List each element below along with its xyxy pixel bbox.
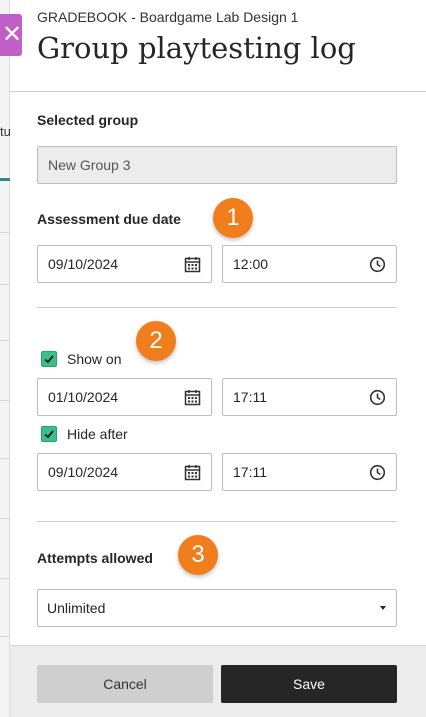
background-divider <box>0 458 10 459</box>
selected-group-value: New Group 3 <box>48 157 131 173</box>
chevron-down-icon <box>380 606 386 610</box>
show-on-time-input[interactable]: 17:11 <box>222 378 397 416</box>
clock-icon[interactable] <box>369 256 386 273</box>
close-button[interactable]: ✕ <box>0 14 22 56</box>
due-date-label: Assessment due date <box>37 211 181 227</box>
background-accent-line <box>0 178 10 181</box>
show-on-time-value: 17:11 <box>233 389 267 405</box>
background-divider <box>0 284 10 285</box>
hide-after-checkbox[interactable] <box>41 426 57 442</box>
due-date-input[interactable]: 09/10/2024 <box>37 245 212 283</box>
hide-after-time-input[interactable]: 17:11 <box>222 453 397 491</box>
hide-after-date-value: 09/10/2024 <box>48 464 119 480</box>
page-title: Group playtesting log <box>37 31 356 65</box>
attempts-select[interactable]: Unlimited <box>37 589 397 627</box>
show-on-checkbox-row[interactable]: Show on <box>41 350 121 368</box>
due-time-value: 12:00 <box>233 256 269 272</box>
background-divider <box>0 340 10 341</box>
hide-after-checkbox-row[interactable]: Hide after <box>41 425 128 443</box>
hide-after-date-input[interactable]: 09/10/2024 <box>37 453 212 491</box>
attempts-selected-value: Unlimited <box>47 600 106 616</box>
panel-footer: Cancel Save <box>10 645 426 717</box>
checkmark-icon <box>44 355 54 364</box>
step-badge-3: 3 <box>178 535 218 575</box>
breadcrumb: GRADEBOOK - Boardgame Lab Design 1 <box>37 9 299 25</box>
step-badge-2: 2 <box>136 321 176 361</box>
hide-after-time-value: 17:11 <box>233 464 267 480</box>
hide-after-label: Hide after <box>67 426 128 442</box>
due-date-value: 09/10/2024 <box>48 256 119 272</box>
calendar-icon[interactable] <box>184 256 201 273</box>
settings-panel: GRADEBOOK - Boardgame Lab Design 1 Group… <box>10 0 426 717</box>
clock-icon[interactable] <box>369 464 386 481</box>
panel-header: GRADEBOOK - Boardgame Lab Design 1 Group… <box>10 0 426 92</box>
section-divider <box>37 307 397 308</box>
checkmark-icon <box>44 430 54 439</box>
background-page: tu <box>0 0 10 717</box>
background-page-text: tu <box>0 124 10 139</box>
background-divider <box>0 636 10 637</box>
show-on-date-value: 01/10/2024 <box>48 389 119 405</box>
section-divider <box>37 521 397 522</box>
calendar-icon[interactable] <box>184 389 201 406</box>
background-divider <box>0 232 10 233</box>
show-on-date-input[interactable]: 01/10/2024 <box>37 378 212 416</box>
calendar-icon[interactable] <box>184 464 201 481</box>
show-on-checkbox[interactable] <box>41 351 57 367</box>
attempts-label: Attempts allowed <box>37 550 153 566</box>
background-divider <box>0 518 10 519</box>
save-button[interactable]: Save <box>221 665 397 703</box>
cancel-button[interactable]: Cancel <box>37 665 213 703</box>
background-divider <box>0 400 10 401</box>
selected-group-label: Selected group <box>37 112 139 128</box>
step-badge-1: 1 <box>213 198 253 238</box>
due-time-input[interactable]: 12:00 <box>222 245 397 283</box>
show-on-label: Show on <box>67 351 122 367</box>
clock-icon[interactable] <box>369 389 386 406</box>
selected-group-field: New Group 3 <box>37 146 397 184</box>
close-icon: ✕ <box>2 21 23 48</box>
background-divider <box>0 578 10 579</box>
